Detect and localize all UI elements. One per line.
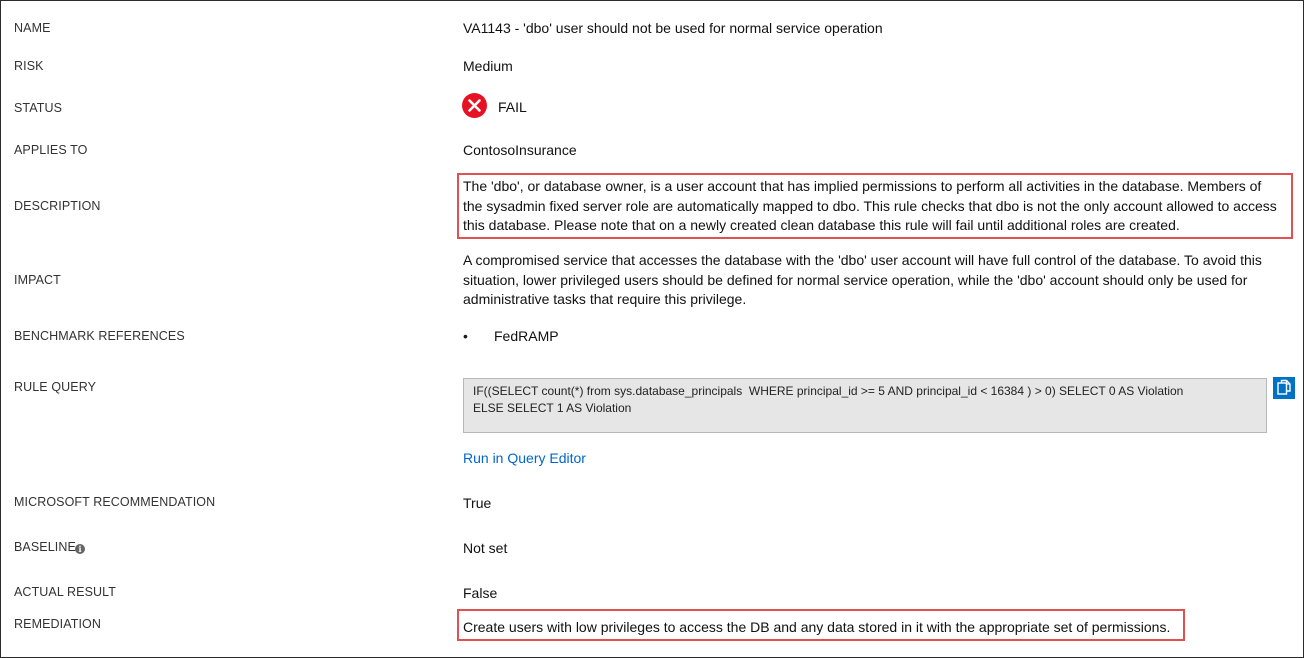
description-label: DESCRIPTION <box>14 199 101 213</box>
impact-label: IMPACT <box>14 273 61 287</box>
rule-query-box[interactable]: IF((SELECT count(*) from sys.database_pr… <box>463 378 1267 433</box>
rule-details-panel: NAME VA1143 - 'dbo' user should not be u… <box>0 0 1304 658</box>
baseline-value: Not set <box>463 540 508 556</box>
bullet-marker: • <box>463 328 468 344</box>
benchmark-item: FedRAMP <box>494 328 559 344</box>
rule-name: VA1143 - 'dbo' user should not be used f… <box>463 20 883 36</box>
remediation-label: REMEDIATION <box>14 617 101 631</box>
applies-to-label: APPLIES TO <box>14 143 88 157</box>
query-line: IF((SELECT count(*) from sys.database_pr… <box>473 384 1184 398</box>
status-label: STATUS <box>14 101 63 115</box>
baseline-label: BASELINE <box>14 540 76 554</box>
info-icon[interactable]: i <box>75 544 85 554</box>
recommendation-label: MICROSOFT RECOMMENDATION <box>14 495 216 509</box>
copy-icon <box>1277 379 1291 395</box>
description-text: The 'dbo', or database owner, is a user … <box>463 178 1277 233</box>
benchmark-label: BENCHMARK REFERENCES <box>14 329 185 343</box>
status-value: FAIL <box>498 99 527 115</box>
remediation-text: Create users with low privileges to acce… <box>463 619 1171 635</box>
name-label: NAME <box>14 21 51 35</box>
impact-text: A compromised service that accesses the … <box>463 252 1262 307</box>
actual-result-label: ACTUAL RESULT <box>14 585 117 599</box>
query-line: ELSE SELECT 1 AS Violation <box>473 400 632 415</box>
rule-query-label: RULE QUERY <box>14 380 97 394</box>
actual-result-value: False <box>463 585 498 601</box>
risk-label: RISK <box>14 59 44 73</box>
run-in-query-editor-link[interactable]: Run in Query Editor <box>463 450 586 466</box>
copy-button[interactable] <box>1273 377 1295 399</box>
recommendation-value: True <box>463 495 492 511</box>
risk-value: Medium <box>463 58 513 74</box>
applies-to-value: ContosoInsurance <box>463 142 577 158</box>
error-circle-icon <box>462 93 487 118</box>
